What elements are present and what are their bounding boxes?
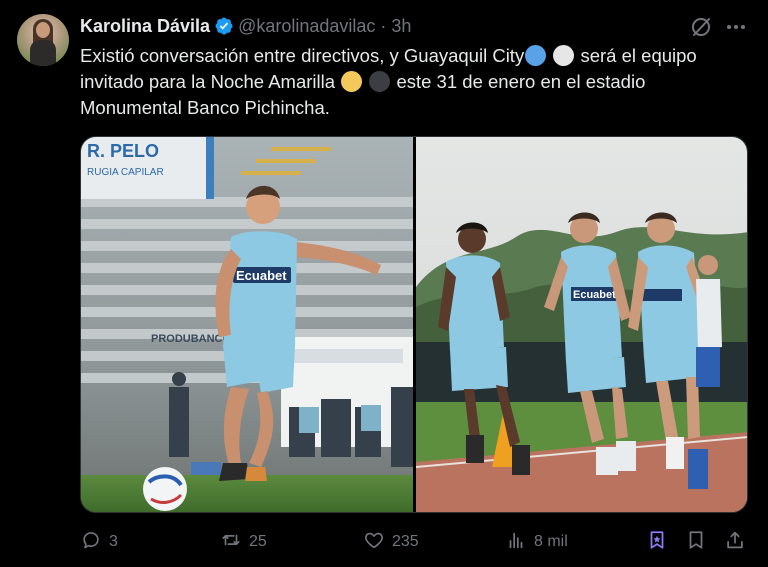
reply-icon [80,529,102,556]
author-name[interactable]: Karolina Dávila [80,16,210,37]
save-button[interactable] [685,528,707,556]
author-handle[interactable]: @karolinadavilac [238,16,375,37]
share-icon [724,529,746,556]
views-icon [505,529,527,556]
tweet-text-line2a: invitado para la Noche Amarilla [80,71,341,92]
grok-icon[interactable] [690,16,712,38]
like-count: 235 [392,533,419,550]
separator-dot: · [380,15,387,36]
black-circle-emoji-icon [369,71,391,92]
action-bar: 3 25 235 8 mil [80,528,750,556]
media-grid: R. PELO RUGIA CAPILAR PRODUBANCO Ecuabet… [80,136,748,513]
bookmark-button[interactable] [646,528,668,556]
photo-left[interactable]: R. PELO RUGIA CAPILAR PRODUBANCO Ecuabet [81,137,413,512]
save-icon [685,529,707,556]
jersey-text-right: Ecuabet [573,289,616,301]
views-count: 8 mil [534,533,568,550]
tweet-text-line2b: este 31 de enero en el estadio [391,71,646,92]
jersey-text-left: Ecuabet [236,268,287,283]
tweet-text: Existió conversación entre directivos, y… [80,43,760,121]
tweet-card[interactable]: Karolina Dávila @karolinadavilac · 3h Ex… [0,0,768,567]
repost-count: 25 [249,533,267,550]
timestamp[interactable]: 3h [391,16,411,37]
reply-button[interactable]: 3 [80,528,118,556]
yellow-circle-emoji-icon [341,71,363,92]
wall-sign-subtext: RUGIA CAPILAR [87,167,164,178]
share-button[interactable] [724,528,746,556]
like-icon [363,529,385,556]
verified-badge-icon [214,16,234,36]
reply-count: 3 [109,533,118,550]
bookmark-icon [646,529,668,556]
repost-button[interactable]: 25 [220,528,267,556]
more-icon[interactable] [724,16,748,38]
photo-right[interactable]: Ecuabet [416,137,747,512]
wall-sign-text: R. PELO [87,141,159,161]
tweet-text-line1b: será el equipo [575,45,697,66]
avatar[interactable] [17,14,69,66]
tweet-header: Karolina Dávila @karolinadavilac · 3h [80,14,411,38]
white-circle-emoji-icon [553,45,575,66]
blue-circle-emoji-icon [525,45,547,66]
tweet-text-line1a: Existió conversación entre directivos, y… [80,45,525,66]
like-button[interactable]: 235 [363,528,419,556]
repost-icon [220,529,242,556]
views-button[interactable]: 8 mil [505,528,568,556]
tweet-text-line3: Monumental Banco Pichincha. [80,97,330,118]
